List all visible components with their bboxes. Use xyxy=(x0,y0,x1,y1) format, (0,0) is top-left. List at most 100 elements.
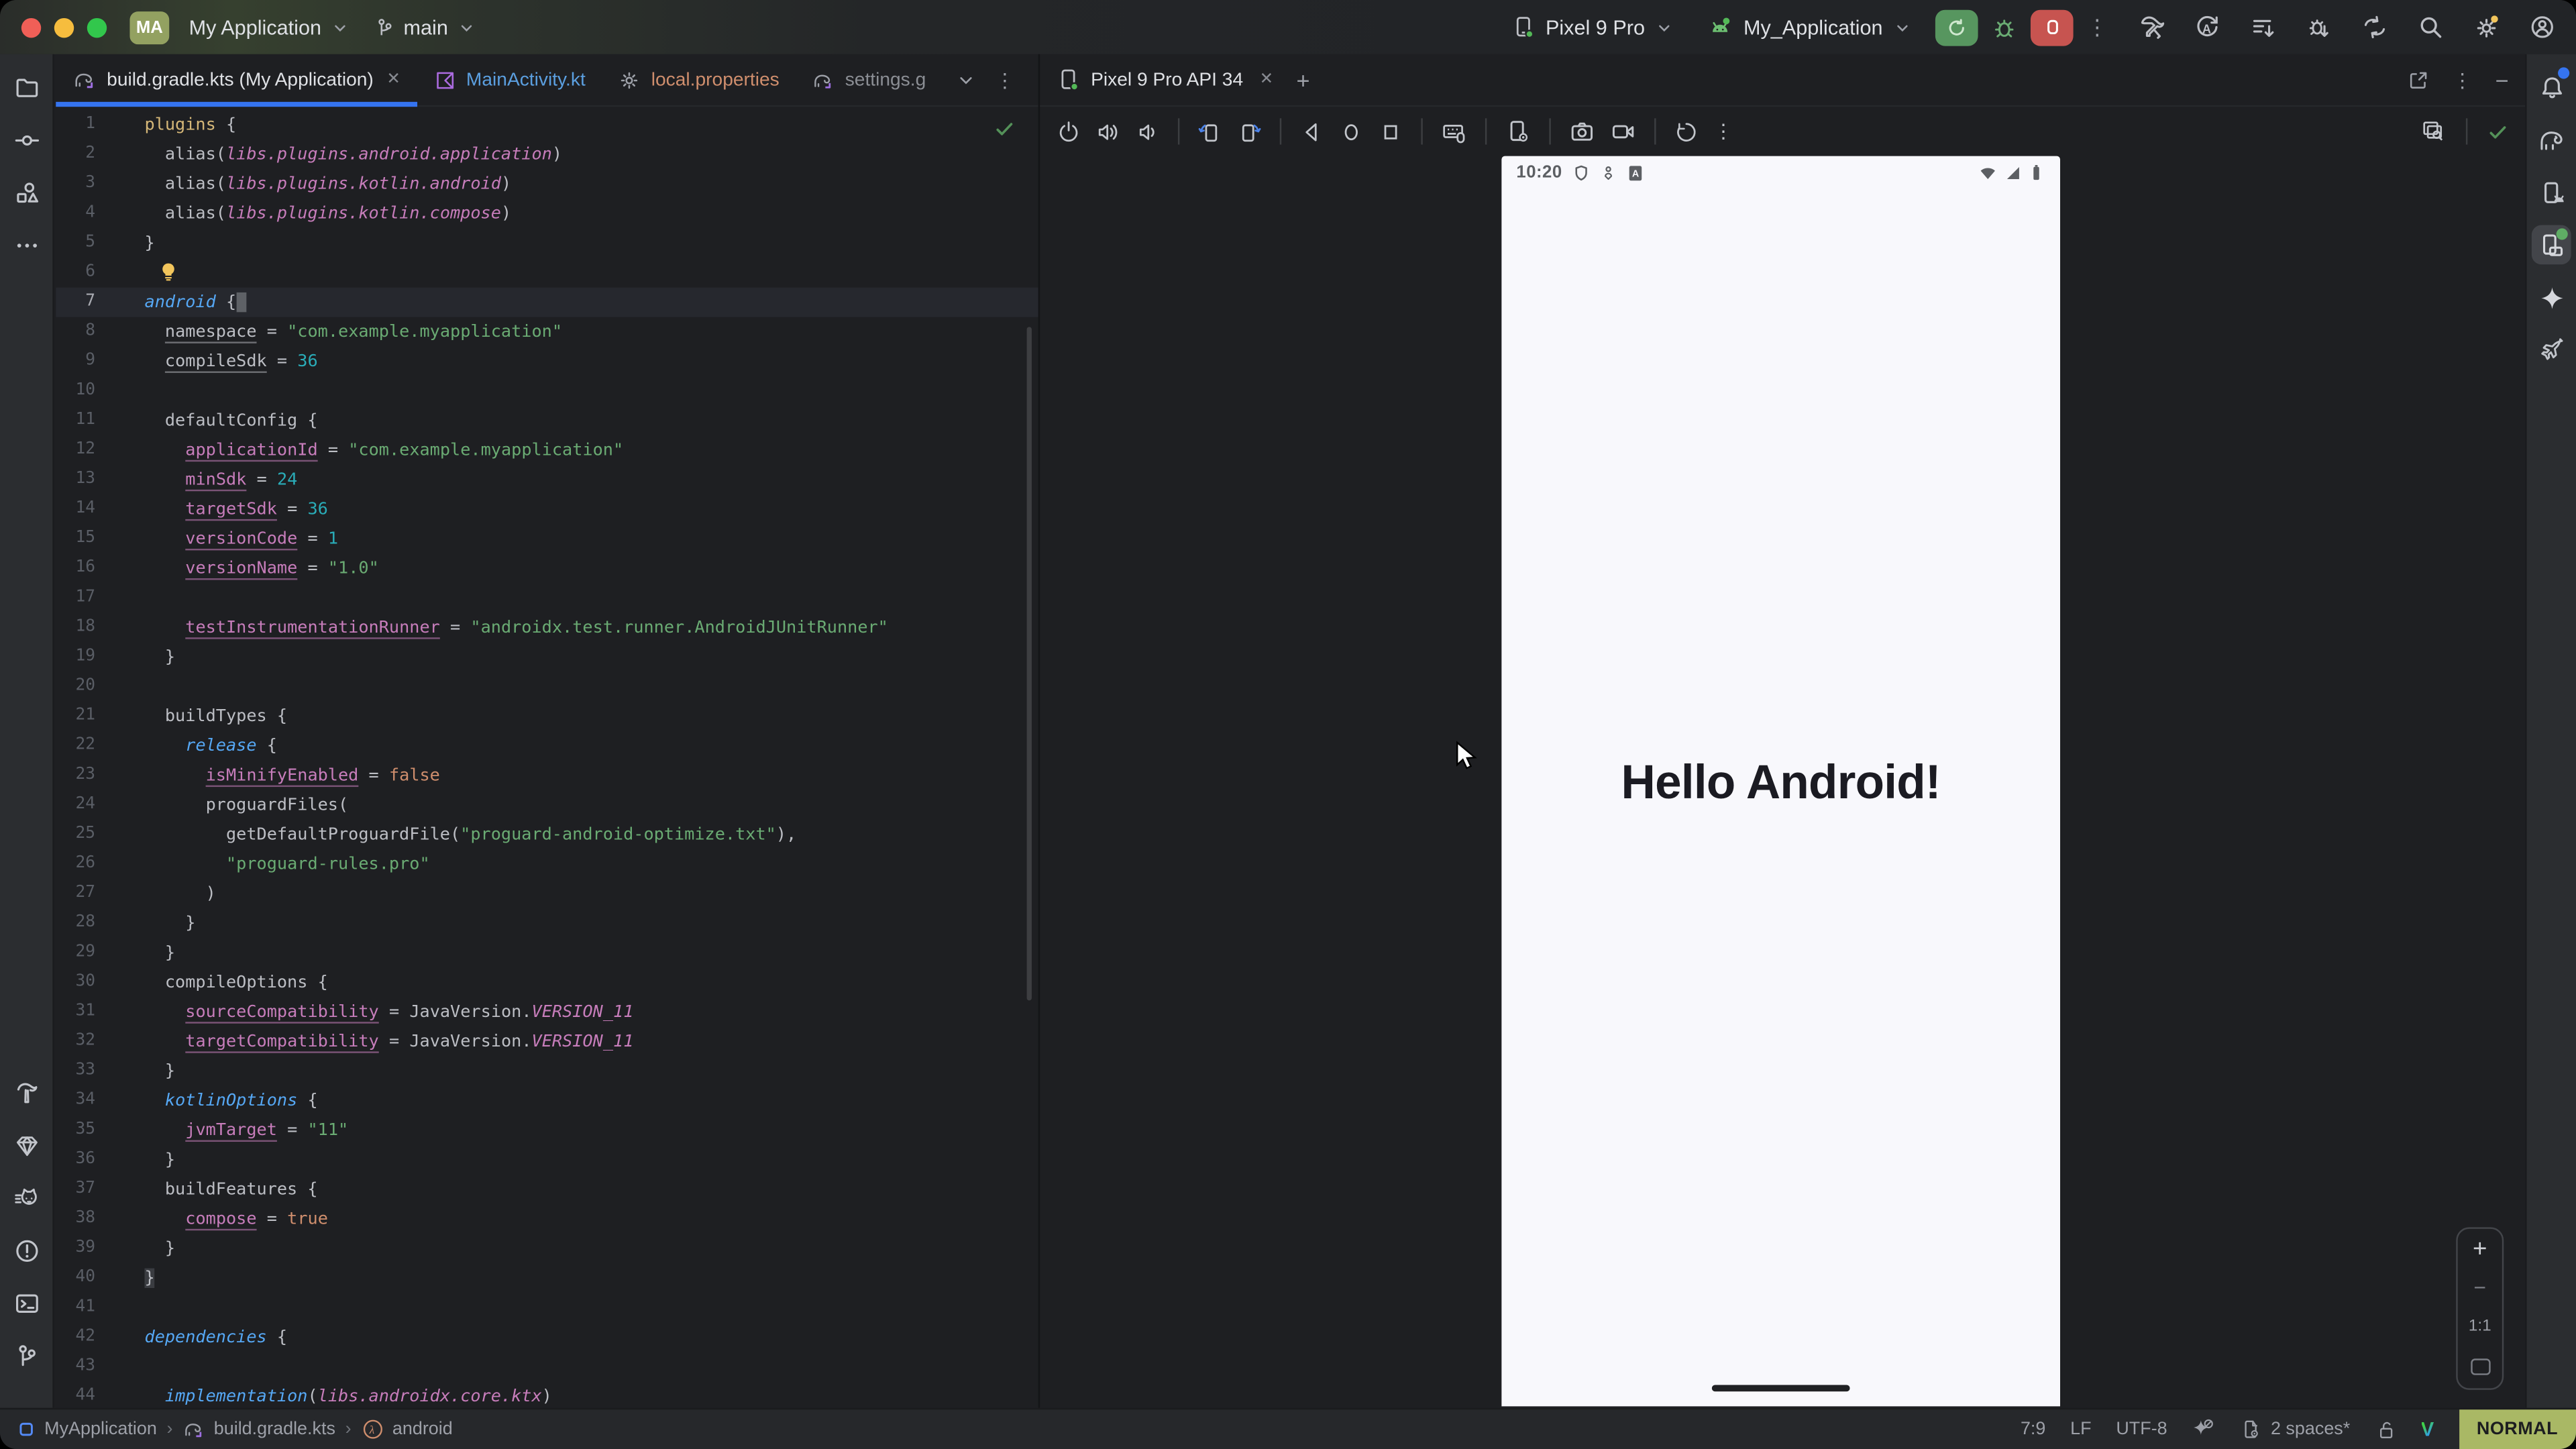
editor-scrollbar[interactable] xyxy=(1026,327,1032,1000)
android-overview-icon[interactable] xyxy=(1379,119,1403,144)
inspections-ok-check-icon[interactable] xyxy=(994,118,1016,140)
minimize-window-button[interactable] xyxy=(54,17,74,37)
tab-local-properties[interactable]: local.properties xyxy=(602,54,796,105)
code-line[interactable]: 9 compileSdk = 36 xyxy=(56,347,1038,376)
code-line[interactable]: 43 xyxy=(56,1352,1038,1382)
line-separator-widget[interactable]: LF xyxy=(2070,1419,2091,1439)
code-line[interactable]: 40} xyxy=(56,1263,1038,1293)
tool-terminal[interactable] xyxy=(7,1283,46,1323)
tool-version-control[interactable] xyxy=(7,1336,46,1375)
apply-changes-restart-icon[interactable]: A xyxy=(2193,13,2221,42)
code-line[interactable]: 26 "proguard-rules.pro" xyxy=(56,849,1038,879)
code-line[interactable]: 4 alias(libs.plugins.kotlin.compose) xyxy=(56,199,1038,228)
code-line[interactable]: 31 sourceCompatibility = JavaVersion.VER… xyxy=(56,998,1038,1027)
zoom-fit-button[interactable] xyxy=(2470,1358,2489,1375)
maximize-window-button[interactable] xyxy=(87,17,107,37)
open-in-window-icon[interactable] xyxy=(2406,68,2429,91)
code-line[interactable]: 29 } xyxy=(56,938,1038,967)
close-window-button[interactable] xyxy=(21,17,41,37)
code-line[interactable]: 20 xyxy=(56,672,1038,702)
search-everywhere-icon[interactable] xyxy=(2416,13,2445,42)
tool-structure[interactable] xyxy=(7,172,46,212)
stop-app-button[interactable] xyxy=(2031,9,2074,45)
code-line[interactable]: 17 xyxy=(56,583,1038,612)
profile-avatar-icon[interactable] xyxy=(2528,13,2557,42)
code-line[interactable]: 33 } xyxy=(56,1057,1038,1086)
volume-up-icon[interactable] xyxy=(1095,119,1120,144)
code-line[interactable]: 34 kotlinOptions { xyxy=(56,1086,1038,1116)
tool-device-manager[interactable] xyxy=(2532,172,2571,212)
code-line[interactable]: 44 implementation(libs.androidx.core.ktx… xyxy=(56,1382,1038,1408)
code-line[interactable]: 13 minSdk = 24 xyxy=(56,465,1038,494)
tool-device-streaming[interactable] xyxy=(2532,330,2571,370)
screen-record-icon[interactable] xyxy=(1610,118,1636,144)
tool-gradle[interactable] xyxy=(2532,120,2571,160)
apply-code-changes-icon[interactable] xyxy=(2249,13,2277,42)
layout-inspector-icon[interactable] xyxy=(2420,118,2446,144)
code-line[interactable]: 10 xyxy=(56,376,1038,406)
code-line[interactable]: 5} xyxy=(56,228,1038,258)
code-line[interactable]: 41 xyxy=(56,1293,1038,1322)
indent-widget[interactable]: 2 spaces* xyxy=(2239,1417,2350,1440)
hardware-input-icon[interactable] xyxy=(1441,118,1467,144)
code-line[interactable]: 23 isMinifyEnabled = false xyxy=(56,761,1038,790)
settings-gear-icon[interactable] xyxy=(2473,13,2501,42)
code-line[interactable]: 14 targetSdk = 36 xyxy=(56,494,1038,524)
file-writable-lock-icon[interactable] xyxy=(2375,1419,2396,1440)
tool-gemini[interactable] xyxy=(2532,278,2571,317)
code-line[interactable]: 24 proguardFiles( xyxy=(56,790,1038,820)
tool-problems[interactable] xyxy=(7,1230,46,1270)
code-line[interactable]: 38 compose = true xyxy=(56,1204,1038,1234)
tool-commit[interactable] xyxy=(7,120,46,160)
tabs-kebab-icon[interactable]: ⋮ xyxy=(995,68,1014,91)
rotate-left-icon[interactable] xyxy=(1197,119,1222,144)
attach-debugger-icon[interactable] xyxy=(2305,13,2333,42)
code-line[interactable]: 8 namespace = "com.example.myapplication… xyxy=(56,317,1038,347)
code-line[interactable]: 28 } xyxy=(56,908,1038,938)
android-back-icon[interactable] xyxy=(1299,119,1324,144)
code-line[interactable]: 16 versionName = "1.0" xyxy=(56,553,1038,583)
debug-app-icon[interactable] xyxy=(1991,14,2017,40)
intention-bulb-icon[interactable] xyxy=(158,261,179,282)
add-device-tab-icon[interactable]: + xyxy=(1296,66,1309,93)
build-project-icon[interactable] xyxy=(2137,13,2165,42)
code-line[interactable]: 22 release { xyxy=(56,731,1038,761)
volume-down-icon[interactable] xyxy=(1135,119,1160,144)
code-line[interactable]: 1plugins { xyxy=(56,110,1038,140)
code-line[interactable]: 21 buildTypes { xyxy=(56,702,1038,731)
rerun-app-button[interactable] xyxy=(1935,9,1978,45)
code-line[interactable]: 32 targetCompatibility = JavaVersion.VER… xyxy=(56,1027,1038,1057)
tool-logcat[interactable] xyxy=(7,1178,46,1218)
panel-options-kebab-icon[interactable]: ⋮ xyxy=(2453,68,2472,91)
run-configuration-selector[interactable]: My_Application xyxy=(1697,9,1922,45)
code-line[interactable]: 42dependencies { xyxy=(56,1322,1038,1352)
tab-build-gradle[interactable]: build.gradle.kts (My Application) ✕ xyxy=(56,54,417,105)
tool-more[interactable] xyxy=(7,225,46,265)
caret-position-widget[interactable]: 7:9 xyxy=(2021,1419,2045,1439)
gradle-sync-icon[interactable] xyxy=(2361,13,2389,42)
tool-build[interactable] xyxy=(7,1073,46,1112)
power-button-icon[interactable] xyxy=(1057,119,1081,144)
code-line[interactable]: 18 testInstrumentationRunner = "androidx… xyxy=(56,612,1038,642)
code-line[interactable]: 2 alias(libs.plugins.android.application… xyxy=(56,140,1038,169)
tool-app-quality-insights[interactable] xyxy=(7,1126,46,1165)
code-line[interactable]: 3 alias(libs.plugins.kotlin.android) xyxy=(56,169,1038,199)
breadcrumb-file[interactable]: build.gradle.kts xyxy=(182,1417,335,1440)
device-tab-pixel9[interactable]: Pixel 9 Pro API 34 ✕ xyxy=(1057,67,1273,92)
tabs-chevron-down-icon[interactable] xyxy=(955,70,975,89)
hide-panel-icon[interactable]: − xyxy=(2496,66,2509,93)
tool-project[interactable] xyxy=(7,67,46,107)
tool-notifications[interactable] xyxy=(2532,67,2571,107)
rotate-right-icon[interactable] xyxy=(1237,119,1262,144)
vim-mode-badge[interactable]: NORMAL xyxy=(2459,1409,2576,1449)
breadcrumb-block[interactable]: λ android xyxy=(361,1417,452,1440)
gesture-nav-handle[interactable] xyxy=(1712,1385,1850,1391)
code-line[interactable]: 7android { xyxy=(56,288,1038,317)
code-line[interactable]: 37 buildFeatures { xyxy=(56,1175,1038,1204)
breadcrumb-project[interactable]: MyApplication xyxy=(16,1419,156,1439)
code-line[interactable]: 30 compileOptions { xyxy=(56,967,1038,997)
tool-running-devices[interactable] xyxy=(2532,225,2571,265)
emulator-screen[interactable]: 10:20 A Hello Android! xyxy=(1501,156,2060,1407)
encoding-widget[interactable]: UTF-8 xyxy=(2116,1419,2167,1439)
zoom-in-button[interactable]: + xyxy=(2473,1242,2487,1258)
